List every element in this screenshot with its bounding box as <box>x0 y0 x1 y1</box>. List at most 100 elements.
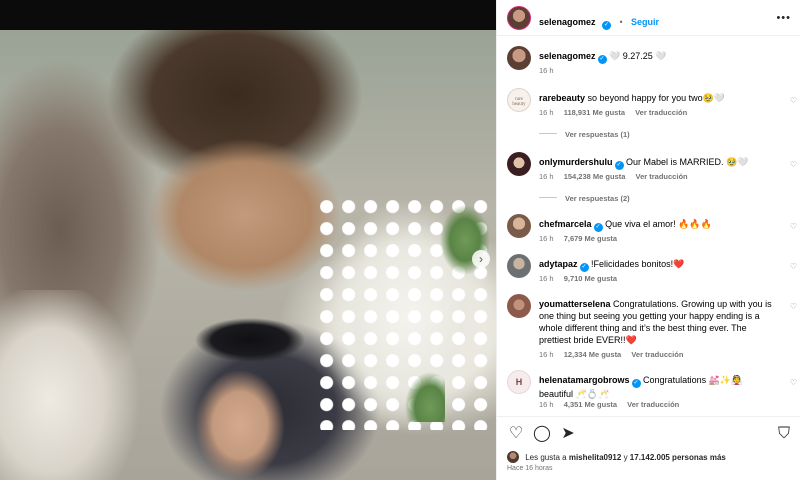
comment-time: 16 h <box>539 108 554 117</box>
rarebeauty-logo-text: rare beauty <box>512 97 526 107</box>
view-replies-label: Ver respuestas (2) <box>565 194 630 203</box>
author-avatar[interactable] <box>507 6 531 30</box>
post-header: selenagomez ✓ • Seguir ••• <box>497 0 800 36</box>
post-photo[interactable]: › <box>0 0 496 480</box>
commenter-avatar[interactable]: H <box>507 370 531 394</box>
follow-button[interactable]: Seguir <box>631 17 659 27</box>
comment-likes[interactable]: 12,334 Me gusta <box>564 350 622 359</box>
comment-body: !Felicidades bonitos!❤️ <box>591 259 685 269</box>
comment-text: chefmarcela ✓ Que viva el amor! 🔥🔥🔥 <box>539 218 775 232</box>
comment-username[interactable]: youmatterselena <box>539 299 611 309</box>
commenter-avatar[interactable] <box>507 294 531 318</box>
comment-body: Our Mabel is MARRIED. 🥹🤍 <box>626 157 749 167</box>
translate-link[interactable]: Ver traducción <box>635 108 687 117</box>
photo-letterbox-bar <box>0 0 496 30</box>
comment-username[interactable]: chefmarcela <box>539 219 592 229</box>
comment-time: 16 h <box>539 274 554 283</box>
comment-likes[interactable]: 4,351 Me gusta <box>564 400 617 409</box>
comment-text: rarebeauty so beyond happy for you two🥹🤍 <box>539 92 775 104</box>
comment-username[interactable]: onlymurdershulu <box>539 157 613 167</box>
comment-text: youmatterselena Congratulations. Growing… <box>539 298 775 346</box>
view-replies-link[interactable]: Ver respuestas (2) <box>539 194 630 203</box>
next-photo-button[interactable]: › <box>472 250 490 268</box>
caption-meta: 16 h <box>539 66 562 75</box>
comment-item: adytapaz ✓ !Felicidades bonitos!❤️ ♡ 16 h… <box>507 254 797 290</box>
verified-badge-icon: ✓ <box>593 223 603 232</box>
photo-dress <box>0 290 140 480</box>
comment-username[interactable]: rarebeauty <box>539 93 585 103</box>
translate-link[interactable]: Ver traducción <box>631 350 683 359</box>
save-bookmark-icon[interactable]: ⛉ <box>775 425 793 443</box>
post-caption: selenagomez ✓ 🤍 9.27.25 🤍 16 h <box>507 46 797 82</box>
caption-body: 🤍 9.27.25 🤍 <box>609 51 667 61</box>
comment-text: onlymurdershulu ✓ Our Mabel is MARRIED. 🥹… <box>539 156 775 170</box>
view-replies-label: Ver respuestas (1) <box>565 130 630 139</box>
like-comment-heart-icon[interactable]: ♡ <box>790 302 797 311</box>
like-comment-heart-icon[interactable]: ♡ <box>790 262 797 271</box>
comment-meta: 16 h 4,351 Me gusta Ver traducción <box>539 400 687 409</box>
comment-meta: 16 h 7,679 Me gusta <box>539 234 625 243</box>
comment-bubble-icon[interactable]: ◯ <box>533 425 551 443</box>
caption-username[interactable]: selenagomez <box>539 51 596 61</box>
commenter-avatar[interactable] <box>507 214 531 238</box>
commenter-avatar[interactable] <box>507 254 531 278</box>
verified-badge-icon: ✓ <box>614 161 624 170</box>
like-comment-heart-icon[interactable]: ♡ <box>790 222 797 231</box>
comment-meta: 16 h 154,238 Me gusta Ver traducción <box>539 172 696 181</box>
comment-likes[interactable]: 118,931 Me gusta <box>564 108 625 117</box>
comment-username[interactable]: helenatamargobrows <box>539 375 630 385</box>
comment-meta: 16 h 12,334 Me gusta Ver traducción <box>539 350 691 359</box>
comment-time: 16 h <box>539 400 554 409</box>
likes-count[interactable]: 17.142.005 personas más <box>630 453 726 462</box>
commenter-avatar[interactable] <box>507 152 531 176</box>
photo-bowtie <box>195 318 305 362</box>
caption-text: selenagomez ✓ 🤍 9.27.25 🤍 <box>539 50 775 64</box>
comments-list[interactable]: selenagomez ✓ 🤍 9.27.25 🤍 16 h rare beaut… <box>497 36 800 416</box>
commenter-avatar[interactable]: rare beauty <box>507 88 531 112</box>
post-footer: ♡ ◯ ➤ ⛉ Les gusta a mishelita0912 y 17.1… <box>497 416 800 480</box>
comment-meta: 16 h 9,710 Me gusta <box>539 274 625 283</box>
like-heart-icon[interactable]: ♡ <box>507 425 525 443</box>
author-username[interactable]: selenagomez <box>539 17 596 27</box>
share-send-icon[interactable]: ➤ <box>559 425 577 443</box>
caption-time: 16 h <box>539 66 554 75</box>
translate-link[interactable]: Ver traducción <box>627 400 679 409</box>
comment-likes[interactable]: 154,238 Me gusta <box>564 172 626 181</box>
view-replies-link[interactable]: Ver respuestas (1) <box>539 130 630 139</box>
like-comment-heart-icon[interactable]: ♡ <box>790 160 797 169</box>
helena-logo-text: H <box>515 377 523 387</box>
comment-text: adytapaz ✓ !Felicidades bonitos!❤️ <box>539 258 775 272</box>
more-options-icon[interactable]: ••• <box>776 12 791 24</box>
comment-body: so beyond happy for you two🥹🤍 <box>587 93 726 103</box>
likes-joiner: y <box>623 453 628 462</box>
liker-avatar <box>507 451 519 463</box>
like-comment-heart-icon[interactable]: ♡ <box>790 378 797 387</box>
caption-avatar[interactable] <box>507 46 531 70</box>
replies-divider <box>539 197 557 198</box>
comment-time: 16 h <box>539 350 554 359</box>
post-side-panel: selenagomez ✓ • Seguir ••• selenagomez ✓ … <box>496 0 800 480</box>
comment-body: Que viva el amor! 🔥🔥🔥 <box>605 219 712 229</box>
comment-item: youmatterselena Congratulations. Growing… <box>507 294 797 364</box>
translate-link[interactable]: Ver traducción <box>636 172 688 181</box>
comment-item: onlymurdershulu ✓ Our Mabel is MARRIED. 🥹… <box>507 152 797 212</box>
likes-prefix: Les gusta a <box>525 453 567 462</box>
verified-badge-icon: ✓ <box>601 21 611 30</box>
comment-item: H helenatamargobrows ✓ Congratulations 💒✨… <box>507 370 797 416</box>
verified-badge-icon: ✓ <box>579 263 589 272</box>
replies-divider <box>539 133 557 134</box>
comment-text: helenatamargobrows ✓ Congratulations 💒✨👰 … <box>539 374 775 400</box>
comment-meta: 16 h 118,931 Me gusta Ver traducción <box>539 108 695 117</box>
likes-summary[interactable]: Les gusta a mishelita0912 y 17.142.005 p… <box>507 451 726 463</box>
like-comment-heart-icon[interactable]: ♡ <box>790 96 797 105</box>
comment-likes[interactable]: 9,710 Me gusta <box>564 274 617 283</box>
comment-item: rare beauty rarebeauty so beyond happy f… <box>507 88 797 148</box>
comment-username[interactable]: adytapaz <box>539 259 578 269</box>
post-time-ago: Hace 16 horas <box>507 465 553 472</box>
photo-hand <box>195 370 285 480</box>
comment-item: chefmarcela ✓ Que viva el amor! 🔥🔥🔥 ♡ 16 … <box>507 214 797 250</box>
liker-username[interactable]: mishelita0912 <box>569 453 621 462</box>
comment-likes[interactable]: 7,679 Me gusta <box>564 234 617 243</box>
photo-leaf-lower <box>405 372 445 422</box>
verified-badge-icon: ✓ <box>631 379 641 388</box>
